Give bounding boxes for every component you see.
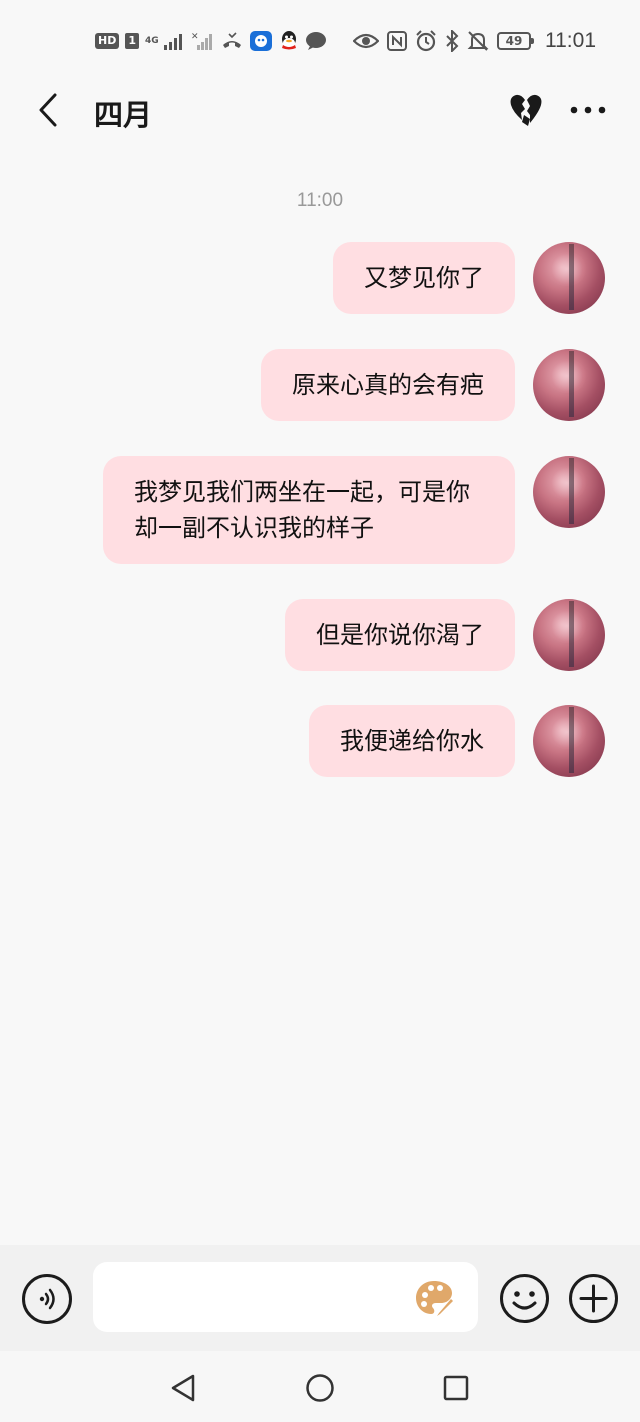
palette-button[interactable] [412, 1277, 456, 1319]
status-bar-right: 49 11:01 [353, 28, 596, 54]
avatar[interactable] [533, 599, 605, 671]
missed-call-icon [221, 31, 243, 51]
recents-square-icon [443, 1375, 469, 1401]
signal-icon [163, 31, 185, 51]
mute-icon [467, 30, 489, 52]
broken-heart-icon [510, 94, 542, 126]
sim-badge: 1 [125, 33, 139, 49]
message-row: 我便递给你水 [309, 705, 605, 777]
status-bar-left: HD 1 4G ✕ [95, 28, 327, 54]
avatar[interactable] [533, 349, 605, 421]
qq-icon [279, 30, 299, 52]
back-arrow-icon [39, 93, 57, 127]
hd-badge: HD [95, 33, 120, 49]
palette-icon [416, 1281, 453, 1316]
eye-icon [353, 32, 379, 50]
svg-text:✕: ✕ [191, 32, 199, 42]
more-button[interactable] [566, 90, 610, 130]
more-actions-button[interactable] [568, 1273, 619, 1324]
plus-icon [569, 1274, 618, 1323]
message-icon [305, 31, 327, 51]
message-bubble[interactable]: 我梦见我们两坐在一起，可是你却一副不认识我的样子 [103, 456, 515, 564]
message-bubble[interactable]: 但是你说你渴了 [285, 599, 515, 671]
emoji-icon [500, 1274, 549, 1323]
message-row: 我梦见我们两坐在一起，可是你却一副不认识我的样子 [103, 456, 605, 564]
alarm-icon [415, 30, 437, 52]
message-row: 又梦见你了 [333, 242, 605, 314]
back-button[interactable] [28, 90, 68, 130]
intimacy-button[interactable] [506, 90, 546, 130]
nav-home-button[interactable] [303, 1371, 337, 1405]
message-bubble[interactable]: 我便递给你水 [309, 705, 515, 777]
back-triangle-icon [171, 1374, 195, 1402]
network-type-label: 4G [145, 35, 159, 46]
chat-title: 四月 [94, 98, 153, 132]
voice-icon [39, 1288, 55, 1310]
no-signal-icon: ✕ [191, 31, 215, 51]
voice-button[interactable] [22, 1274, 72, 1324]
chat-header: 四月 [0, 80, 640, 142]
more-icon [570, 106, 606, 114]
input-bar [0, 1245, 640, 1351]
system-nav-bar [0, 1351, 640, 1422]
message-timestamp: 11:00 [296, 190, 344, 211]
home-circle-icon [306, 1374, 334, 1402]
status-bar: HD 1 4G ✕ 49 11:01 [0, 0, 640, 80]
nfc-icon [387, 31, 407, 51]
avatar[interactable] [533, 456, 605, 528]
nav-back-button[interactable] [166, 1371, 200, 1405]
message-bubble[interactable]: 原来心真的会有疤 [261, 349, 515, 421]
nav-recents-button[interactable] [439, 1371, 473, 1405]
emoji-button[interactable] [499, 1273, 550, 1324]
message-row: 但是你说你渴了 [285, 599, 605, 671]
avatar[interactable] [533, 705, 605, 777]
message-row: 原来心真的会有疤 [261, 349, 605, 421]
message-bubble[interactable]: 又梦见你了 [333, 242, 515, 314]
battery-icon: 49 [497, 32, 534, 50]
status-clock: 11:01 [545, 29, 596, 52]
bluetooth-icon [445, 30, 459, 52]
avatar[interactable] [533, 242, 605, 314]
app-notification-icon [249, 30, 273, 52]
